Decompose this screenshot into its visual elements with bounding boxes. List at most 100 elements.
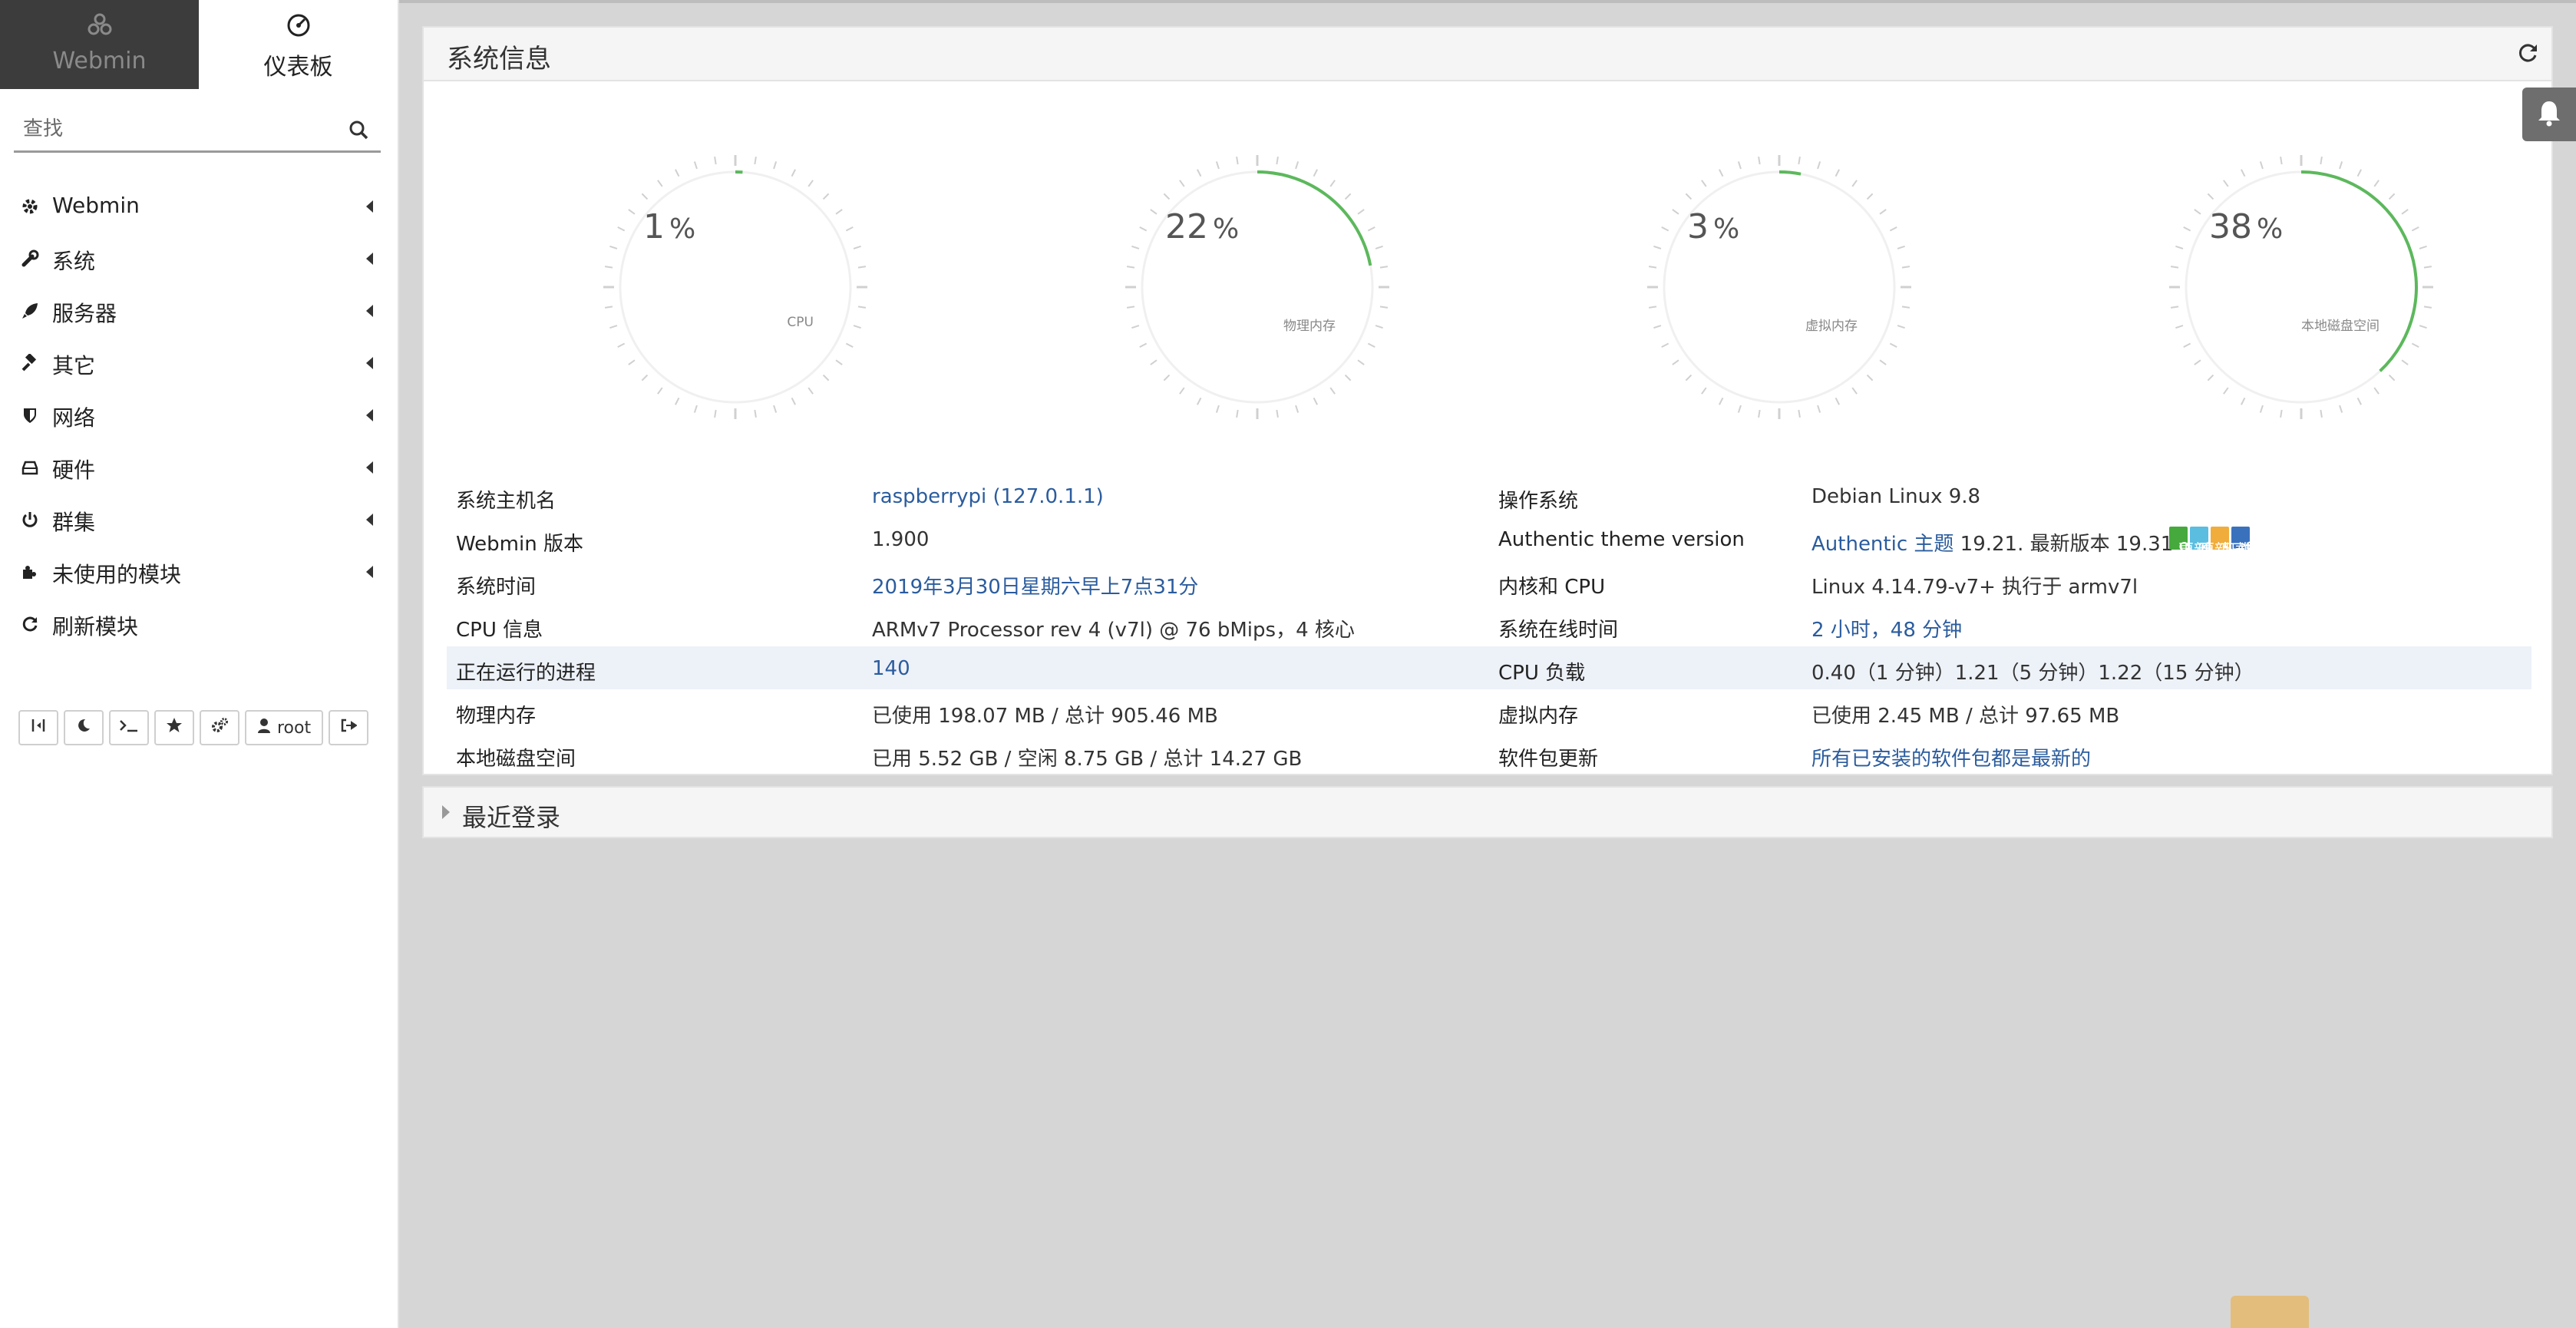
info-table: 系统主机名 raspberrypi (127.0.1.1) 操作系统 Debia… <box>447 474 2531 775</box>
gauge-tick <box>2419 325 2427 329</box>
info-value: Linux 4.14.79-v7+ 执行于 armv7l <box>1811 576 2138 599</box>
info-key: 本地磁盘空间 <box>456 748 576 771</box>
info-key: 操作系统 <box>1498 490 1579 513</box>
recent-logins-panel[interactable]: 最近登录 <box>422 786 2553 838</box>
favorites-button[interactable] <box>154 710 194 745</box>
options-label: 选项 <box>2241 540 2271 559</box>
recent-logins-title: 最近登录 <box>462 803 561 832</box>
info-value: 1.900 <box>872 528 930 551</box>
gauge-tick <box>2280 156 2283 165</box>
info-value: Debian Linux 9.8 <box>1811 485 1981 508</box>
gauge-unit: % <box>1213 213 1240 245</box>
sidebar-item-others[interactable]: 其它 <box>0 336 398 388</box>
gauge-tick <box>1889 342 1897 348</box>
gauge-tick <box>1163 374 1171 382</box>
user-button[interactable]: root <box>245 710 324 745</box>
sidebar-toolbar: root <box>18 710 369 745</box>
info-value: 已用 5.52 GB / 空闲 8.75 GB / 总计 14.27 GB <box>872 748 1303 771</box>
gauge-tick <box>714 156 717 165</box>
theme-version-value: Authentic 主题 19.21. 最新版本 19.31 <box>1811 528 2173 557</box>
gauge-tick <box>1329 180 1336 187</box>
system-time-link[interactable]: 2019年3月30日星期六早上7点31分 <box>872 571 1198 600</box>
dashboard-icon <box>199 12 398 38</box>
gauge-tick <box>1344 193 1352 200</box>
info-key: 正在运行的进程 <box>456 662 596 685</box>
info-value: ARMv7 Processor rev 4 (v7l) @ 76 bMips，4… <box>872 619 1355 642</box>
gauge-track <box>1663 170 1896 404</box>
info-row: Webmin 版本 1.900 Authentic theme version … <box>447 517 2531 560</box>
gauge-tick <box>2175 245 2184 249</box>
sidebar-item-label: 未使用的模块 <box>52 562 182 587</box>
sidebar-item-label: 网络 <box>52 405 96 431</box>
gauge-tick <box>1835 397 1840 405</box>
gauge-tick <box>1150 209 1158 215</box>
gauge-tick <box>2356 169 2362 177</box>
power-icon <box>20 510 40 530</box>
moon-icon <box>76 718 91 738</box>
sidebar-item-hardware[interactable]: 硬件 <box>0 441 398 493</box>
info-key: Authentic theme version <box>1498 528 1745 551</box>
gauge-dial <box>2169 155 2433 419</box>
gauge-tick <box>2356 397 2362 405</box>
gauge-tick <box>857 266 867 269</box>
notifications-button[interactable] <box>2522 88 2576 141</box>
gauge-tick <box>2175 325 2184 329</box>
gauge-tick <box>1672 209 1679 215</box>
sidebar-menu: Webmin 系统 服务器 其它 网络 硬件 群集 未使用的模块 刷新模块 <box>0 180 398 649</box>
uptime-link[interactable]: 2 小时，48 分钟 <box>1811 614 1962 643</box>
gauge-tick <box>1236 156 1239 165</box>
gauge-tick <box>1131 245 1140 249</box>
gauge-tick <box>791 169 796 177</box>
gauge-tick <box>1653 325 1662 329</box>
theme-settings-button[interactable] <box>200 710 239 745</box>
search-input[interactable] <box>21 111 332 147</box>
processes-link[interactable]: 140 <box>872 657 910 680</box>
collapse-sidebar-button[interactable] <box>18 710 58 745</box>
sidebar-item-servers[interactable]: 服务器 <box>0 284 398 336</box>
sidebar-item-refresh-modules[interactable]: 刷新模块 <box>0 597 398 649</box>
gauge-tick <box>1701 180 1707 187</box>
sidebar-item-system[interactable]: 系统 <box>0 232 398 284</box>
tab-webmin[interactable]: Webmin <box>0 0 199 89</box>
hostname-link[interactable]: raspberrypi (127.0.1.1) <box>872 485 1104 508</box>
gauge-tick <box>641 374 649 382</box>
logout-icon <box>340 718 358 738</box>
theme-version-text: 19.21. 最新版本 19.31 <box>1953 533 2174 556</box>
tab-dashboard-label: 仪表板 <box>263 54 333 81</box>
gauge-tick <box>1685 193 1693 200</box>
night-mode-button[interactable] <box>64 710 104 745</box>
update-theme-button[interactable]: 更新 <box>2169 527 2209 559</box>
collapse-icon <box>31 718 46 738</box>
gauge-tick <box>1897 325 1905 329</box>
gauge-tick <box>1379 306 1389 309</box>
gauge-tick <box>1139 226 1148 232</box>
gauge-tick <box>2280 409 2283 418</box>
sidebar-item-unused-modules[interactable]: 未使用的模块 <box>0 545 398 597</box>
gauge-tick <box>807 180 814 187</box>
gauge-tick <box>1889 226 1897 232</box>
gauge-dial <box>1125 155 1389 419</box>
gauge-tick <box>853 325 861 329</box>
search-icon[interactable] <box>348 120 368 143</box>
package-updates-link[interactable]: 所有已安装的软件包都是最新的 <box>1811 743 2091 771</box>
gauge-tick <box>2411 342 2419 348</box>
refresh-icon[interactable] <box>2516 41 2539 68</box>
sidebar-item-network[interactable]: 网络 <box>0 388 398 441</box>
gauge-tick <box>609 325 618 329</box>
sidebar-item-cluster[interactable]: 群集 <box>0 493 398 545</box>
gauge-unit: % <box>1713 213 1740 245</box>
panel-title: 系统信息 <box>447 44 551 74</box>
logout-button[interactable] <box>329 710 369 745</box>
gauge-dial <box>603 155 867 419</box>
tab-dashboard[interactable]: 仪表板 <box>199 0 398 89</box>
gauge-value-arc <box>1778 170 1802 176</box>
terminal-button[interactable] <box>109 710 149 745</box>
gauge-unit: % <box>669 213 696 245</box>
gauge-tick <box>628 359 636 365</box>
gauges: 1% CPU 22% 物理内存 3% 虚拟内存 38% 本地磁盘空间 <box>424 101 2551 431</box>
sidebar-item-webmin[interactable]: Webmin <box>0 180 398 232</box>
theme-link[interactable]: Authentic 主题 <box>1811 533 1953 556</box>
puzzle-icon <box>20 562 40 582</box>
wrench-icon <box>20 249 40 269</box>
info-key: 系统时间 <box>456 576 537 599</box>
